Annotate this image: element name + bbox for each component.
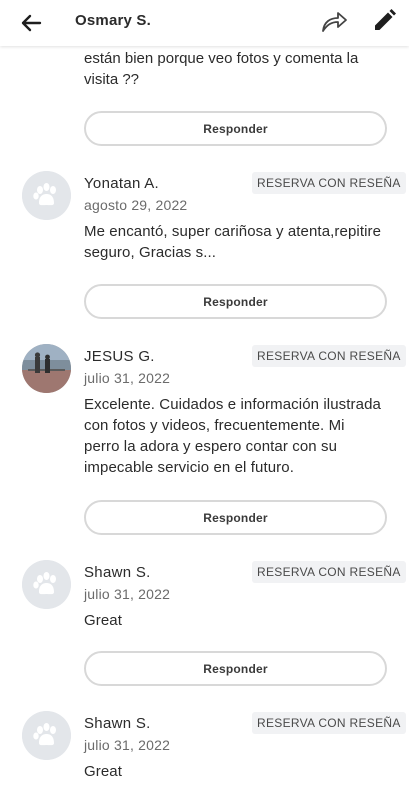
previous-review-text: están bien porque veo fotos y comenta la… <box>84 50 359 88</box>
reviewer-name: Shawn S. <box>84 715 151 732</box>
share-button[interactable] <box>319 6 349 36</box>
review-text: Me encantó, super cariñosa y atenta,repi… <box>84 223 382 261</box>
review-date: julio 31, 2022 <box>84 737 171 753</box>
reply-button[interactable]: Responder <box>84 111 387 146</box>
review-tag: RESERVA CON RESEÑA <box>252 712 406 734</box>
edit-button[interactable] <box>369 6 399 36</box>
paw-icon <box>22 171 71 220</box>
paw-icon <box>22 560 71 609</box>
page-title: Osmary S. <box>75 12 152 29</box>
review-date: julio 31, 2022 <box>84 370 171 386</box>
profile-photo <box>22 344 71 393</box>
avatar <box>22 344 71 393</box>
paw-icon <box>22 711 71 760</box>
review-text: Great <box>84 763 123 780</box>
arrow-left-icon <box>21 14 42 32</box>
pencil-icon <box>375 9 396 30</box>
share-arrow-icon <box>322 12 347 32</box>
review-date: julio 31, 2022 <box>84 586 171 602</box>
top-app-bar: Osmary S. <box>0 0 409 46</box>
reviewer-name: JESUS G. <box>84 348 155 365</box>
review-date: agosto 29, 2022 <box>84 197 188 213</box>
reviewer-name: Yonatan A. <box>84 175 160 192</box>
avatar <box>22 560 71 609</box>
review-tag: RESERVA CON RESEÑA <box>252 172 406 194</box>
back-button[interactable] <box>16 8 46 38</box>
review-tag: RESERVA CON RESEÑA <box>252 345 406 367</box>
review-tag: RESERVA CON RESEÑA <box>252 561 406 583</box>
reply-button[interactable]: Responder <box>84 500 387 535</box>
reviews-list[interactable]: están bien porque veo fotos y comenta la… <box>0 46 409 800</box>
reply-button[interactable]: Responder <box>84 651 387 686</box>
reviewer-name: Shawn S. <box>84 564 151 581</box>
avatar <box>22 711 71 760</box>
review-text: Excelente. Cuidados e información ilustr… <box>84 396 381 476</box>
review-text: Great <box>84 612 123 629</box>
avatar <box>22 171 71 220</box>
reply-button[interactable]: Responder <box>84 284 387 319</box>
